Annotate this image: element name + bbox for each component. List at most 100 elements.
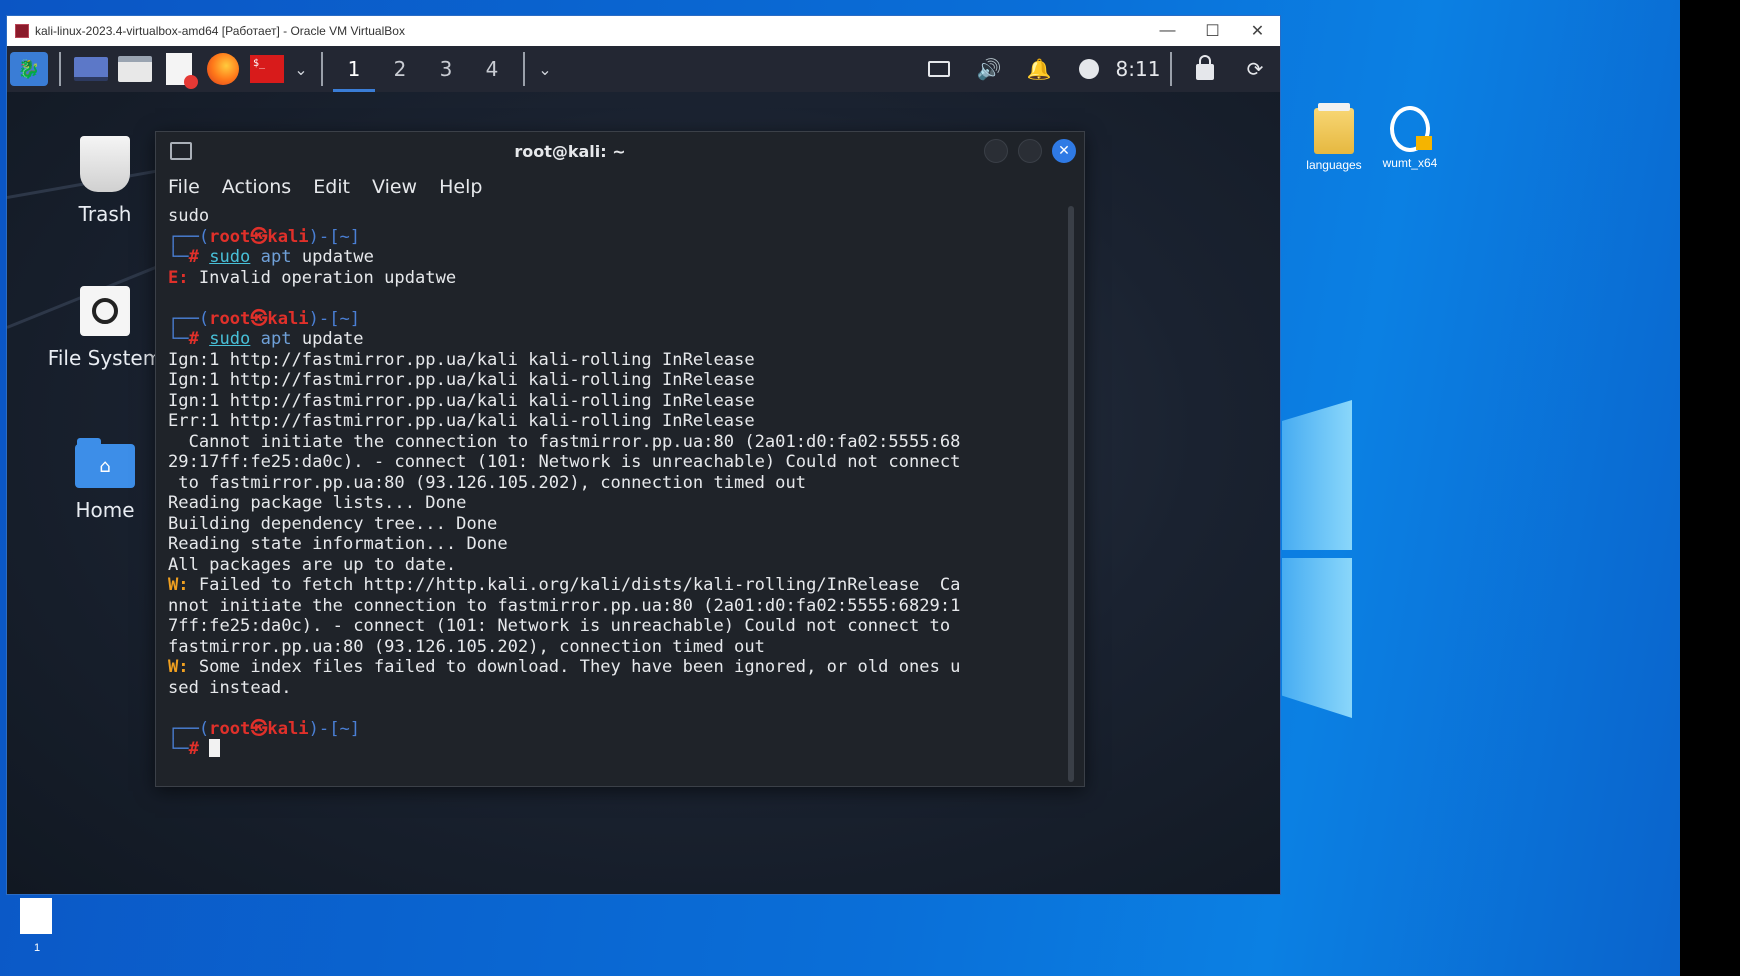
speaker-icon: 🔊: [976, 57, 1002, 81]
desktop-icon-languages[interactable]: languages: [1296, 103, 1372, 172]
output-line: Cannot initiate the connection to fastmi…: [168, 431, 961, 452]
terminal-title: root@kali: ~: [514, 141, 626, 161]
workspace-1[interactable]: 1: [331, 46, 377, 92]
terminal-scrollbar[interactable]: [1068, 206, 1074, 782]
virtualbox-icon: [15, 24, 29, 38]
terminal-menubar: File Actions Edit View Help: [156, 170, 1084, 204]
command-line: └─# sudo apt update: [168, 329, 364, 349]
warning-line: W: Failed to fetch http://http.kali.org/…: [168, 575, 961, 595]
display-button[interactable]: [914, 46, 964, 92]
kali-icon-label: Trash: [78, 202, 132, 226]
xfce-panel: 🐉 $_ ⌄ 1 2 3 4 ⌄ 🔊 🔔 8:11 ⟳: [7, 46, 1280, 92]
panel-separator: [59, 52, 61, 86]
firefox-button[interactable]: [201, 46, 245, 92]
warning-line: W: Some index files failed to download. …: [168, 657, 961, 677]
trash-icon: [80, 136, 130, 192]
close-button[interactable]: ✕: [1052, 139, 1076, 163]
output-line: Err:1 http://fastmirror.pp.ua/kali kali-…: [168, 411, 755, 431]
terminal-output[interactable]: sudo ┌──(root㉿kali)-[~] └─# sudo apt updat…: [168, 206, 1058, 776]
prompt-line: ┌──(root㉿kali)-[~]: [168, 226, 361, 247]
terminal-icon: $_: [250, 55, 284, 83]
files-icon: [118, 56, 152, 82]
prompt-line: ┌──(root㉿kali)-[~]: [168, 308, 361, 329]
maximize-button[interactable]: [1018, 139, 1042, 163]
power-icon: [1079, 59, 1099, 79]
output-line: fastmirror.pp.ua:80 (93.126.105.202), co…: [168, 636, 765, 657]
terminal-titlebar[interactable]: root@kali: ~ ✕: [156, 132, 1084, 170]
workspace-3[interactable]: 3: [423, 46, 469, 92]
kali-desktop-trash[interactable]: Trash: [45, 136, 165, 226]
panel-separator: [321, 52, 323, 86]
menu-view[interactable]: View: [372, 176, 417, 198]
file-manager-button[interactable]: [113, 46, 157, 92]
window-title: kali-linux-2023.4-virtualbox-amd64 [Рабо…: [35, 24, 405, 38]
output-line: Ign:1 http://fastmirror.pp.ua/kali kali-…: [168, 349, 755, 370]
virtualbox-titlebar[interactable]: kali-linux-2023.4-virtualbox-amd64 [Рабо…: [7, 16, 1280, 46]
workspace-2[interactable]: 2: [377, 46, 423, 92]
vm-screen[interactable]: 🐉 $_ ⌄ 1 2 3 4 ⌄ 🔊 🔔 8:11 ⟳ Trash File S…: [7, 46, 1280, 894]
workspace-4[interactable]: 4: [469, 46, 515, 92]
menu-edit[interactable]: Edit: [313, 176, 350, 198]
output-line: nnot initiate the connection to fastmirr…: [168, 595, 961, 616]
output-line: Ign:1 http://fastmirror.pp.ua/kali kali-…: [168, 390, 755, 411]
panel-separator: [1170, 52, 1172, 86]
text-editor-icon: [166, 53, 198, 89]
chevron-down-icon[interactable]: ⌄: [533, 60, 557, 79]
show-desktop-button[interactable]: [69, 46, 113, 92]
minimize-button[interactable]: [984, 139, 1008, 163]
output-line: to fastmirror.pp.ua:80 (93.126.105.202),…: [168, 472, 807, 493]
taskbar-number: 1: [34, 942, 41, 954]
lock-icon: [1196, 55, 1214, 80]
kali-desktop-filesystem[interactable]: File System: [45, 286, 165, 370]
power-manager-button[interactable]: [1064, 46, 1114, 92]
chevron-down-icon[interactable]: ⌄: [289, 60, 313, 79]
home-folder-icon: ⌂: [75, 438, 135, 488]
menu-actions[interactable]: Actions: [222, 176, 291, 198]
windows-logo: [1282, 400, 1352, 720]
logout-button[interactable]: ⟳: [1230, 46, 1280, 92]
taskbar-thumbnail[interactable]: [20, 898, 52, 934]
command-line: └─# sudo apt updatwe: [168, 247, 374, 267]
text-editor-button[interactable]: [157, 46, 201, 92]
desktop-icon-label: languages: [1306, 158, 1362, 172]
prompt-line: ┌──(root㉿kali)-[~]: [168, 718, 361, 739]
output-line: 29:17ff:fe25:da0c). - connect (101: Netw…: [168, 452, 961, 472]
terminal-launcher-button[interactable]: $_: [245, 46, 289, 92]
volume-button[interactable]: 🔊: [964, 46, 1014, 92]
minimize-button[interactable]: —: [1145, 22, 1190, 40]
close-icon: ✕: [1058, 143, 1070, 159]
desktop-icon: [74, 57, 108, 81]
screen-icon: [928, 61, 950, 77]
menu-file[interactable]: File: [168, 176, 200, 198]
output-line: 7ff:fe25:da0c). - connect (101: Network …: [168, 616, 951, 636]
folder-icon: [1314, 103, 1354, 154]
lock-screen-button[interactable]: [1180, 46, 1230, 92]
output-line: Building dependency tree... Done: [168, 513, 498, 534]
command-line: └─#: [168, 739, 1058, 760]
drive-icon: [80, 286, 130, 336]
bell-icon: 🔔: [1026, 57, 1052, 81]
maximize-button[interactable]: ☐: [1190, 21, 1235, 41]
kali-icon-label: Home: [75, 498, 135, 522]
panel-separator: [523, 52, 525, 86]
desktop-icon-label: wumt_x64: [1382, 156, 1438, 170]
terminal-window: root@kali: ~ ✕ File Actions Edit View He…: [155, 131, 1085, 787]
text-cursor: [209, 739, 221, 757]
firefox-icon: [207, 53, 239, 85]
panel-clock[interactable]: 8:11: [1114, 57, 1162, 81]
kali-desktop-home[interactable]: ⌂ Home: [45, 438, 165, 522]
notifications-button[interactable]: 🔔: [1014, 46, 1064, 92]
close-button[interactable]: ✕: [1235, 21, 1280, 41]
screen-edge: [1680, 0, 1740, 976]
terminal-menu-icon[interactable]: [170, 142, 192, 160]
kali-menu-button[interactable]: 🐉: [7, 46, 51, 92]
logout-icon: ⟳: [1246, 57, 1264, 81]
error-line: E: Invalid operation updatwe: [168, 267, 457, 288]
output-line: All packages are up to date.: [168, 554, 457, 575]
menu-help[interactable]: Help: [439, 176, 482, 198]
kali-icon-label: File System: [47, 346, 163, 370]
output-line: sudo: [168, 206, 210, 226]
desktop-icon-wumt[interactable]: wumt_x64: [1372, 106, 1448, 170]
kali-dragon-icon: 🐉: [10, 52, 48, 86]
output-line: Reading package lists... Done: [168, 493, 467, 513]
